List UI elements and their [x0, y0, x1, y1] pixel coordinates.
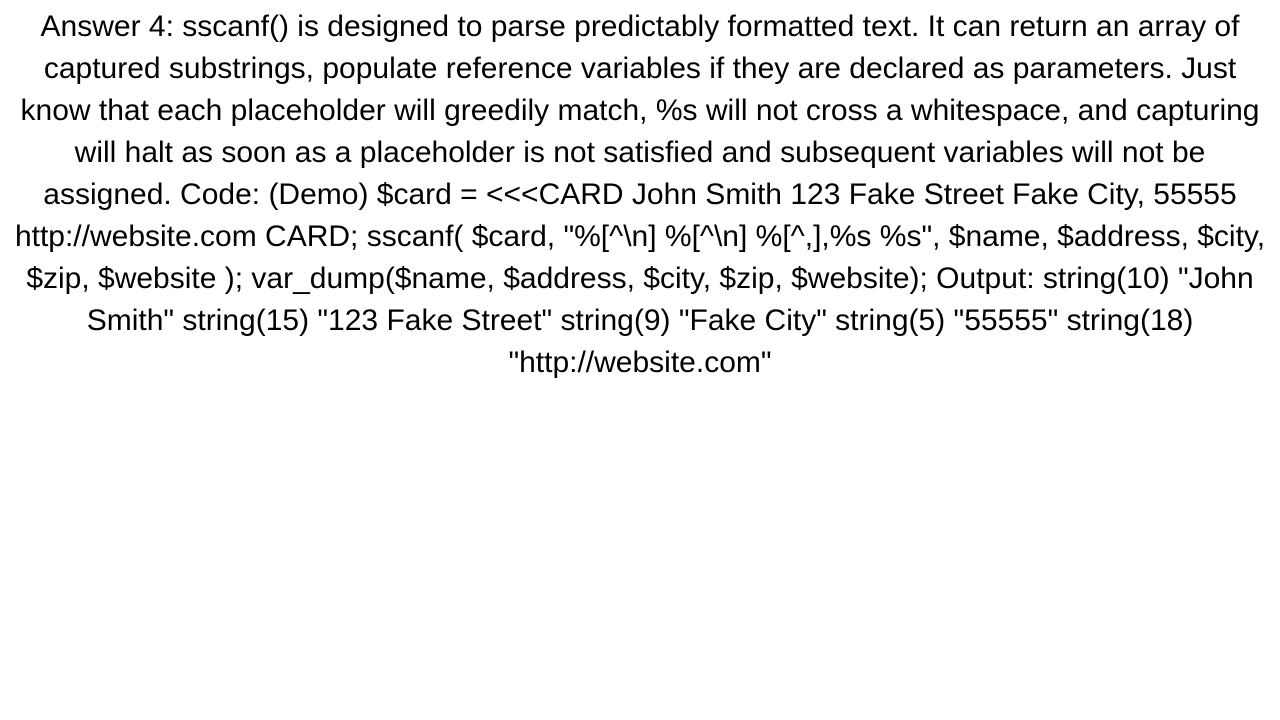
document-text: Answer 4: sscanf() is designed to parse … — [15, 10, 1265, 379]
document-body: Answer 4: sscanf() is designed to parse … — [10, 6, 1270, 384]
